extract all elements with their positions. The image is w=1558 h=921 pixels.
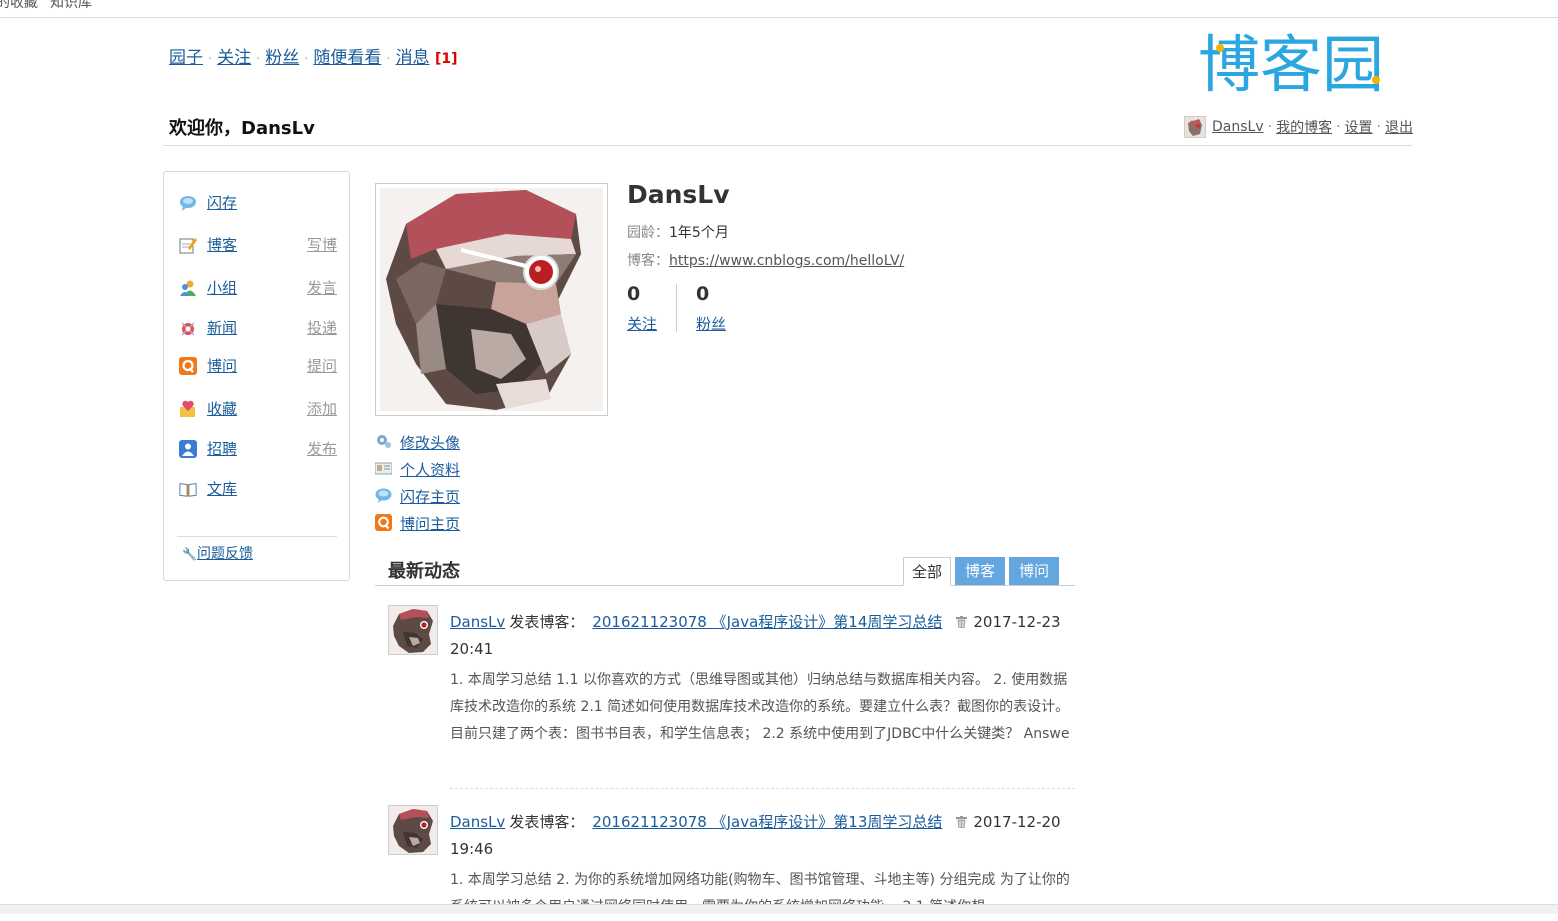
profile-avatar[interactable]	[375, 183, 608, 416]
sidebar-item-label[interactable]: 闪存	[207, 192, 237, 213]
profile-blog: 博客：https://www.cnblogs.com/helloLV/	[627, 250, 904, 270]
sidebar-item-label[interactable]: 文库	[207, 478, 237, 499]
trash-icon[interactable]	[956, 616, 968, 628]
sidebar-item-blog[interactable]: 博客 写博	[179, 234, 337, 256]
job-person-icon	[179, 440, 197, 458]
message-count-badge[interactable]: [1]	[435, 51, 458, 67]
sidebar-item-label[interactable]: 博问	[207, 355, 237, 376]
sidebar-item-group[interactable]: 小组 发言	[179, 277, 337, 299]
sidebar-item-ing[interactable]: 闪存	[179, 192, 337, 214]
age-value: 1年5个月	[669, 225, 729, 241]
chat-bubble-icon	[375, 488, 392, 503]
feed-entry: DansLv 发表博客： 201621123078 《Java程序设计》第14周学习…	[388, 605, 1075, 785]
entry-summary: 1. 本周学习总结 1.1 以你喜欢的方式（思维导图或其他）归纳总结与数据库相关…	[450, 672, 1070, 742]
entry-divider	[450, 788, 1075, 789]
bookmark-item[interactable]: 我的收藏	[0, 0, 38, 12]
logo-text: 博客园	[1198, 28, 1384, 98]
entry-avatar[interactable]	[388, 805, 438, 855]
cnblogs-logo[interactable]: 博客园	[1198, 28, 1410, 98]
following-link[interactable]: 关注	[627, 313, 657, 334]
entry-header: DansLv 发表博客： 201621123078 《Java程序设计》第14周学习…	[450, 609, 1075, 663]
sidebar-item-label[interactable]: 新闻	[207, 317, 237, 338]
entry-avatar[interactable]	[388, 605, 438, 655]
sidebar-item-library[interactable]: 文库	[179, 478, 337, 500]
entry-user-link[interactable]: DansLv	[450, 613, 505, 631]
sidebar-action-link[interactable]: 写博	[307, 234, 337, 255]
sidebar-action-link[interactable]: 提问	[307, 355, 337, 376]
my-blog-link[interactable]: 我的博客	[1276, 117, 1332, 137]
trash-icon[interactable]	[956, 816, 968, 828]
feedback-link-wrap: 🔧问题反馈	[182, 543, 253, 563]
sidebar-item-job[interactable]: 招聘 发布	[179, 438, 337, 460]
chat-bubble-icon	[180, 196, 196, 211]
user-avatar-mini[interactable]	[1184, 116, 1207, 138]
favorite-heart-icon	[180, 400, 195, 417]
tab-question[interactable]: 博问	[1009, 557, 1059, 585]
header-divider	[163, 145, 1412, 146]
id-card-icon	[375, 462, 392, 475]
following-count: 0	[627, 283, 641, 305]
sidebar-item-news[interactable]: 新闻 投递	[179, 317, 337, 339]
sidebar-item-label[interactable]: 收藏	[207, 398, 237, 419]
stat-divider	[676, 284, 677, 332]
user-name-link[interactable]: DansLv	[1212, 119, 1264, 135]
followers-link[interactable]: 粉丝	[696, 313, 726, 334]
entry-title-link[interactable]: 201621123078 《Java程序设计》第14周学习总结	[592, 613, 942, 631]
book-icon	[179, 483, 197, 497]
profile-age: 园龄：1年5个月	[627, 222, 729, 242]
sidebar-action-link[interactable]: 发言	[307, 277, 337, 298]
followers-count: 0	[696, 283, 710, 305]
profile-name: DansLv	[627, 180, 730, 209]
entry-verb: 发表博客：	[509, 613, 585, 631]
entry-verb: 发表博客：	[509, 813, 585, 831]
sidebar-item-label[interactable]: 小组	[207, 277, 237, 298]
sidebar-item-label[interactable]: 博客	[207, 234, 237, 255]
edit-avatar-link[interactable]: 修改头像	[400, 432, 460, 453]
top-nav: 园子 · 关注 · 粉丝 · 随便看看 · 消息 [1]	[169, 48, 458, 68]
sidebar-action-link[interactable]: 发布	[307, 438, 337, 459]
sidebar-divider	[177, 536, 337, 537]
nav-fans[interactable]: 粉丝	[265, 48, 299, 68]
wrench-icon: 🔧	[182, 547, 197, 561]
blog-label: 博客：	[627, 253, 669, 269]
user-menu: DansLv · 我的博客 · 设置 · 退出	[1184, 116, 1413, 138]
tab-all[interactable]: 全部	[903, 557, 951, 586]
news-icon	[181, 322, 195, 336]
feed-title: 最新动态	[388, 561, 460, 582]
entry-title-link[interactable]: 201621123078 《Java程序设计》第13周学习总结	[592, 813, 942, 831]
sidebar: 闪存 博客 写博 小组 发言 新闻 投递 博问 提问 收藏 添加 招聘 发布 文…	[163, 171, 350, 581]
tab-blog[interactable]: 博客	[955, 557, 1005, 585]
sidebar-item-question[interactable]: 博问 提问	[179, 355, 337, 377]
nav-browse[interactable]: 随便看看	[313, 48, 381, 68]
age-label: 园龄：	[627, 225, 669, 241]
nav-follow[interactable]: 关注	[217, 48, 251, 68]
entry-user-link[interactable]: DansLv	[450, 813, 505, 831]
ing-home-link[interactable]: 闪存主页	[400, 486, 460, 507]
sidebar-item-label[interactable]: 招聘	[207, 438, 237, 459]
sidebar-action-link[interactable]: 投递	[307, 317, 337, 338]
feedback-link[interactable]: 问题反馈	[197, 546, 253, 562]
sidebar-item-favorite[interactable]: 收藏 添加	[179, 398, 337, 420]
feed-entry: DansLv 发表博客： 201621123078 《Java程序设计》第13周学习…	[388, 805, 1075, 915]
logout-link[interactable]: 退出	[1385, 117, 1413, 137]
q-icon	[375, 514, 392, 531]
group-people-icon	[180, 280, 196, 296]
edit-pencil-icon	[179, 238, 197, 254]
q-icon	[179, 357, 197, 375]
blog-url-link[interactable]: https://www.cnblogs.com/helloLV/	[669, 253, 904, 269]
welcome-heading: 欢迎你，DansLv	[169, 118, 315, 139]
question-home-link[interactable]: 博问主页	[400, 513, 460, 534]
settings-link[interactable]: 设置	[1345, 117, 1373, 137]
gear-icon	[377, 435, 391, 448]
profile-info-link[interactable]: 个人资料	[400, 459, 460, 480]
nav-yuanzi[interactable]: 园子	[169, 48, 203, 68]
bookmark-item[interactable]: 知识库	[50, 0, 92, 12]
feed-divider	[375, 585, 1075, 586]
bookmarks-bar: 我的收藏 知识库	[0, 0, 1558, 18]
nav-messages[interactable]: 消息	[396, 48, 430, 68]
entry-header: DansLv 发表博客： 201621123078 《Java程序设计》第13周学习…	[450, 809, 1075, 863]
sidebar-action-link[interactable]: 添加	[307, 398, 337, 419]
